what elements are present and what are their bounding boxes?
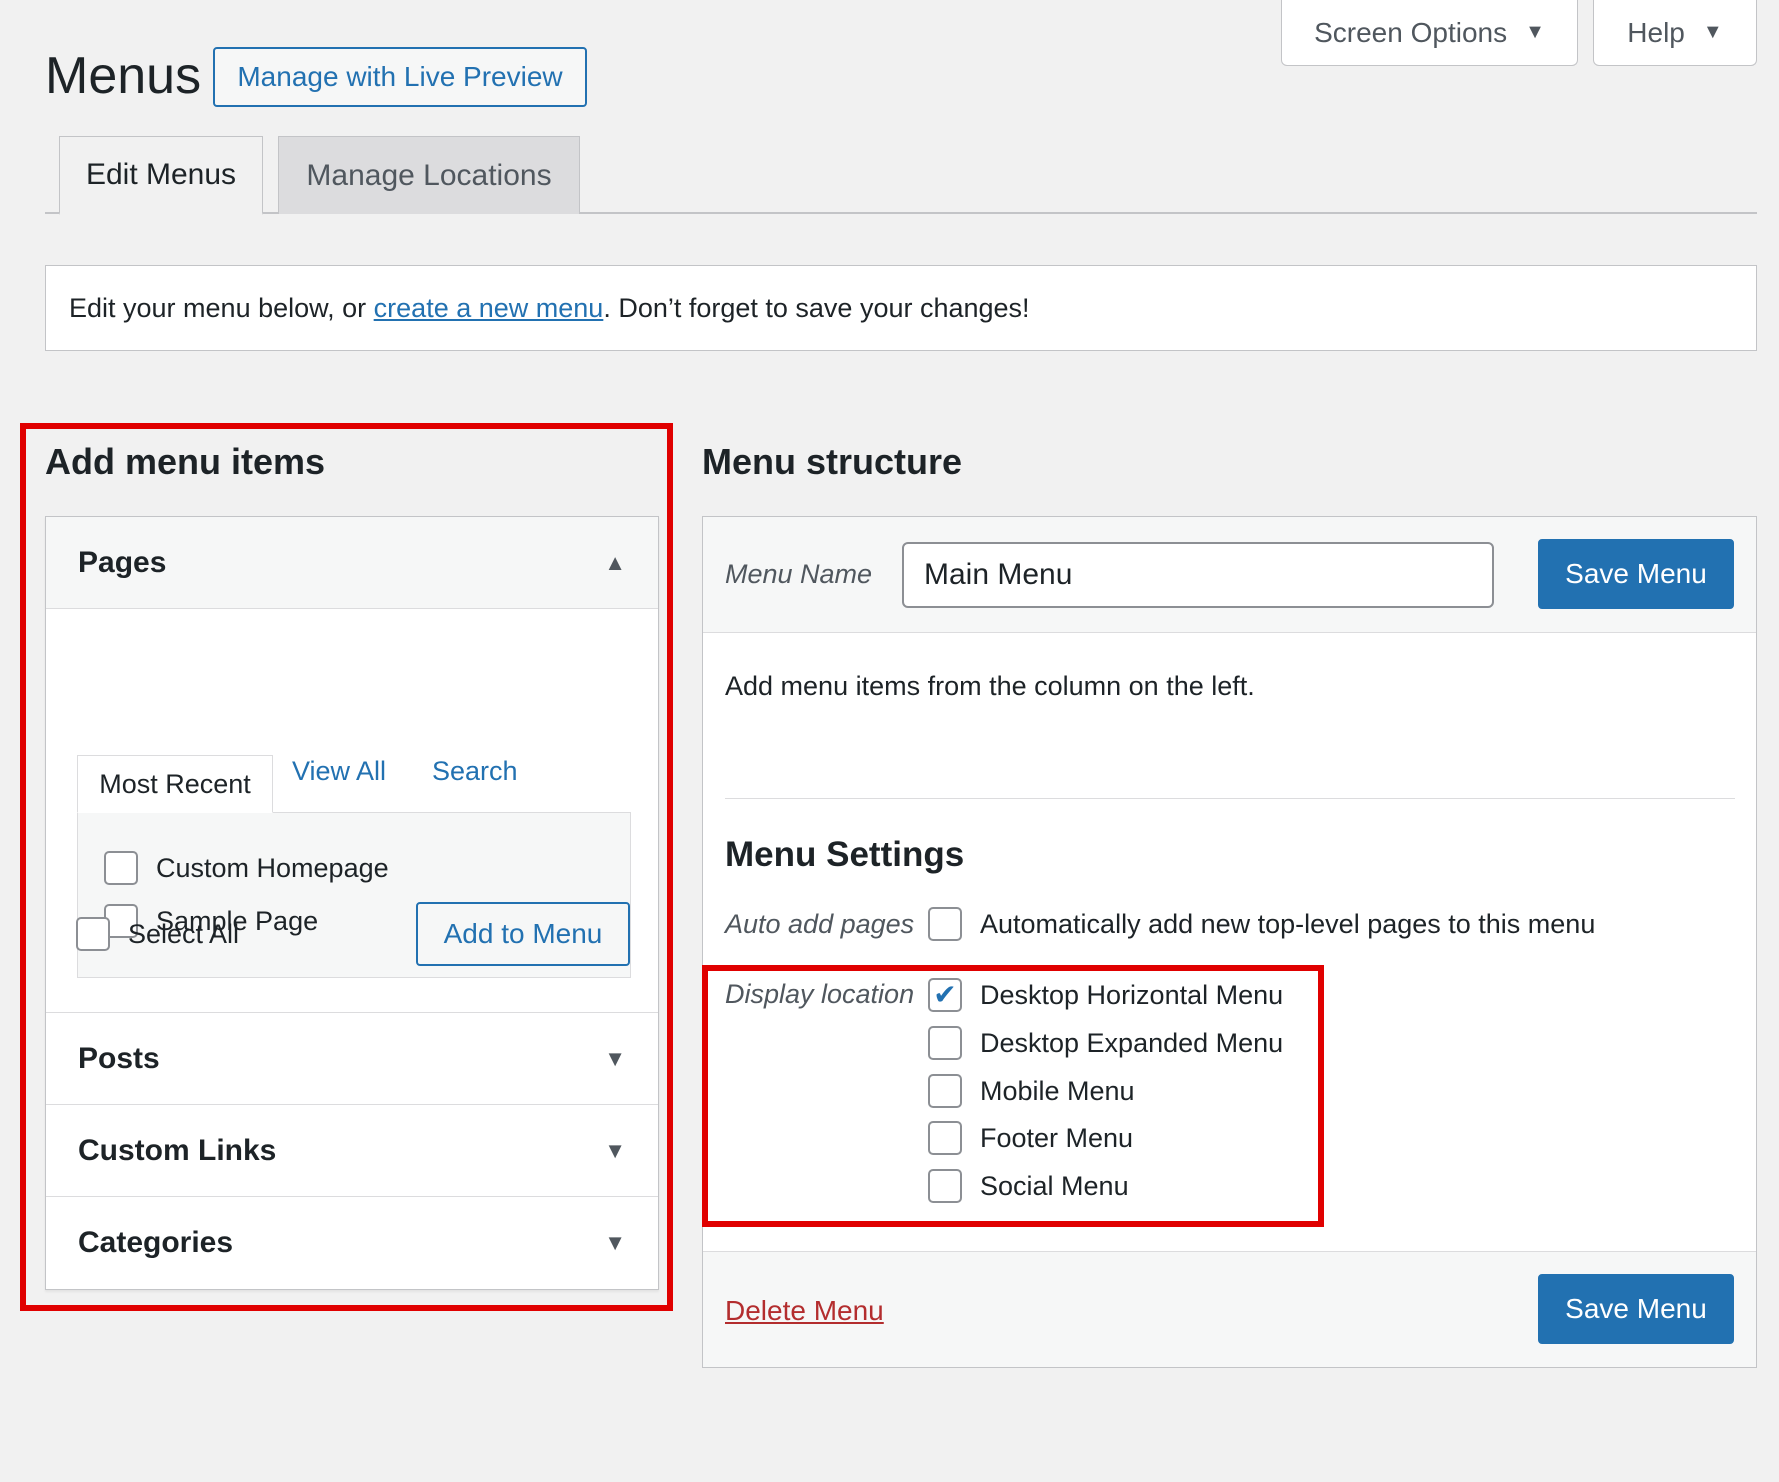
auto-add-pages-label: Auto add pages: [725, 909, 915, 939]
create-new-menu-link[interactable]: create a new menu: [374, 293, 604, 324]
caret-down-icon: ▼: [604, 1137, 626, 1163]
page-item-custom-homepage[interactable]: Custom Homepage: [104, 851, 389, 885]
location-label: Social Menu: [980, 1170, 1129, 1201]
page-item-label: Custom Homepage: [156, 852, 389, 883]
help-label: Help: [1627, 16, 1685, 48]
caret-down-icon: ▼: [604, 1230, 626, 1255]
menu-footer-bar: Delete Menu Save Menu: [703, 1251, 1756, 1367]
accordion-custom-links-header[interactable]: Custom Links ▼: [46, 1105, 658, 1197]
location-social[interactable]: Social Menu: [928, 1169, 1129, 1203]
select-all-row[interactable]: Select All: [76, 917, 239, 951]
location-checkbox[interactable]: [928, 1121, 962, 1155]
select-all-label: Select All: [128, 918, 240, 949]
screen-options-button[interactable]: Screen Options ▼: [1281, 0, 1578, 66]
accordion-posts-header[interactable]: Posts ▼: [46, 1013, 658, 1105]
screen-options-label: Screen Options: [1314, 16, 1508, 48]
save-menu-button-top[interactable]: Save Menu: [1538, 539, 1734, 609]
caret-down-icon: ▼: [1525, 21, 1545, 43]
location-footer[interactable]: Footer Menu: [928, 1121, 1133, 1155]
location-checkbox[interactable]: [928, 1026, 962, 1060]
accordion-pages-header[interactable]: Pages ▲: [46, 517, 658, 609]
categories-section-title: Categories: [78, 1226, 234, 1259]
auto-add-option-label: Automatically add new top-level pages to…: [980, 908, 1596, 939]
page-title: Menus: [45, 47, 202, 105]
location-checkbox-checked[interactable]: [928, 978, 962, 1012]
manage-live-preview-button[interactable]: Manage with Live Preview: [213, 47, 587, 107]
location-checkbox[interactable]: [928, 1074, 962, 1108]
select-all-checkbox[interactable]: [76, 917, 110, 951]
add-menu-items-heading: Add menu items: [45, 441, 326, 482]
accordion-categories-header[interactable]: Categories ▼: [46, 1197, 658, 1289]
save-menu-button-bottom[interactable]: Save Menu: [1538, 1274, 1734, 1344]
location-label: Desktop Horizontal Menu: [980, 979, 1284, 1010]
menu-name-input[interactable]: Main Menu: [902, 542, 1494, 608]
add-to-menu-button[interactable]: Add to Menu: [416, 902, 630, 966]
tab-manage-locations[interactable]: Manage Locations: [278, 136, 580, 214]
location-label: Mobile Menu: [980, 1075, 1135, 1106]
add-items-accordion: Pages ▲ Most Recent View All Search Cust…: [45, 516, 659, 1290]
location-label: Footer Menu: [980, 1122, 1134, 1153]
notice-banner: Edit your menu below, or create a new me…: [45, 265, 1757, 351]
delete-menu-link[interactable]: Delete Menu: [725, 1295, 884, 1327]
custom-links-section-title: Custom Links: [78, 1133, 277, 1167]
posts-section-title: Posts: [78, 1041, 160, 1075]
notice-prefix: Edit your menu below, or: [69, 292, 374, 323]
location-desktop-expanded[interactable]: Desktop Expanded Menu: [928, 1026, 1283, 1060]
tab-search[interactable]: Search: [432, 756, 518, 787]
caret-up-icon: ▲: [604, 549, 626, 575]
auto-add-pages-option[interactable]: Automatically add new top-level pages to…: [928, 907, 1595, 941]
checkbox[interactable]: [104, 851, 138, 885]
location-label: Desktop Expanded Menu: [980, 1027, 1284, 1058]
settings-divider: [725, 798, 1735, 799]
location-desktop-horizontal[interactable]: Desktop Horizontal Menu: [928, 978, 1283, 1012]
tab-edit-menus[interactable]: Edit Menus: [59, 136, 263, 215]
pages-section-title: Pages: [78, 545, 167, 579]
caret-down-icon: ▼: [604, 1045, 626, 1071]
tab-view-all[interactable]: View All: [292, 756, 386, 787]
auto-add-checkbox[interactable]: [928, 907, 962, 941]
display-location-label: Display location: [725, 979, 915, 1009]
location-mobile[interactable]: Mobile Menu: [928, 1074, 1135, 1108]
menu-settings-heading: Menu Settings: [725, 835, 965, 874]
caret-down-icon: ▼: [1702, 21, 1723, 43]
menu-name-bar: Menu Name Main Menu Save Menu: [703, 517, 1756, 633]
menu-instructions: Add menu items from the column on the le…: [725, 671, 1255, 701]
pages-section-body: Most Recent View All Search Custom Homep…: [46, 609, 658, 1013]
menu-structure-heading: Menu structure: [702, 441, 963, 482]
menu-structure-panel: Menu Name Main Menu Save Menu Add menu i…: [702, 516, 1757, 1368]
notice-suffix: . Don’t forget to save your changes!: [603, 292, 1030, 323]
location-checkbox[interactable]: [928, 1169, 962, 1203]
menu-name-label: Menu Name: [725, 559, 873, 589]
tab-most-recent[interactable]: Most Recent: [77, 755, 273, 813]
help-button[interactable]: Help ▼: [1593, 0, 1757, 66]
